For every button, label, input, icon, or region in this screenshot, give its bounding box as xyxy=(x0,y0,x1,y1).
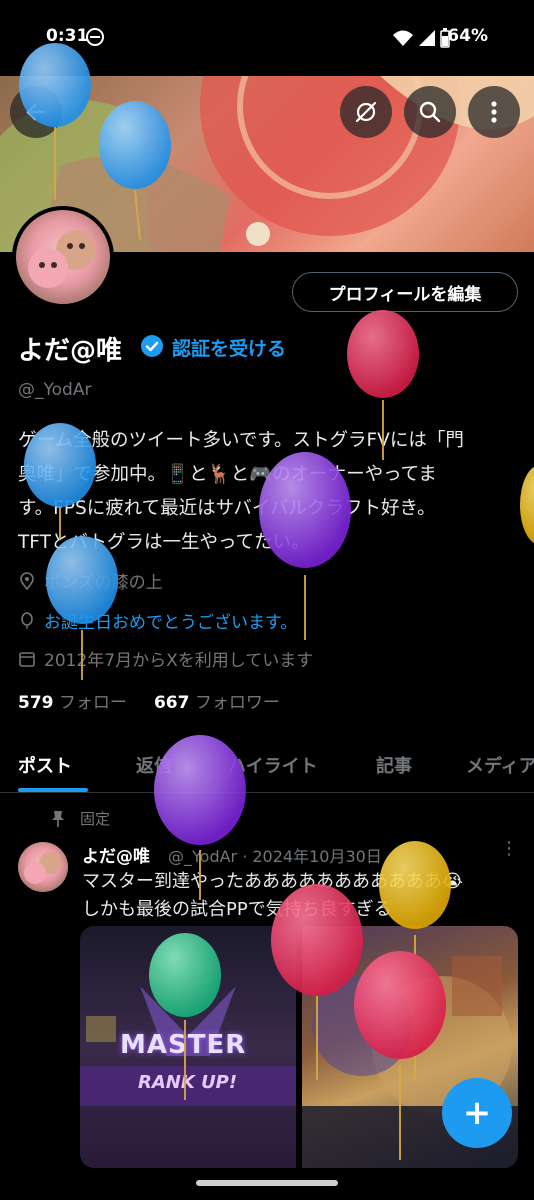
app-notification-icon xyxy=(86,28,104,46)
balloon-icon xyxy=(21,611,33,629)
bio-line: TFTとバトグラは一生やってたい。 xyxy=(18,532,310,553)
search-button[interactable] xyxy=(404,86,456,138)
active-tab-indicator xyxy=(18,788,88,792)
location-pin-icon xyxy=(20,571,34,590)
profile-tabs: ポスト 返信 ハイライト 記事 メディア xyxy=(0,740,534,793)
get-verified-link[interactable]: 認証を受ける xyxy=(172,334,286,361)
pin-icon xyxy=(52,810,64,827)
back-button[interactable] xyxy=(10,86,62,138)
tab-media[interactable]: メディア xyxy=(466,752,534,778)
tweet-text-line: しかも最後の試合PPで気持ち良すぎる xyxy=(82,899,392,920)
more-options-button[interactable] xyxy=(468,86,520,138)
bio-line: 奥唯」で参加中。📱と🦌と🎮のオーナーやってま xyxy=(18,464,437,485)
more-vertical-icon xyxy=(491,101,497,123)
profile-location: ポンズの膝の上 xyxy=(18,568,163,593)
following-count: 579 xyxy=(18,693,54,713)
bio-line: ゲーム全般のツイート多いです。ストグラFVには「門 xyxy=(18,430,464,451)
wifi-icon xyxy=(393,30,413,46)
following-label: フォロー xyxy=(58,693,127,713)
tab-highlights[interactable]: ハイライト xyxy=(228,752,318,778)
gesture-home-bar[interactable] xyxy=(196,1180,338,1186)
status-time: 0:31 xyxy=(46,26,89,46)
no-link-icon xyxy=(355,101,377,123)
followers-label: フォロワー xyxy=(194,693,280,713)
media-master-text: MASTER xyxy=(120,1030,247,1060)
balloon-yellow xyxy=(520,466,534,544)
balloon-red xyxy=(347,310,419,398)
status-bar: 0:31 64% xyxy=(0,0,534,76)
calendar-icon xyxy=(19,651,35,667)
avatar-image xyxy=(24,852,61,884)
pinned-label: 固定 xyxy=(80,810,111,828)
tweet-meta: @_YodAr · 2024年10月30日 xyxy=(168,847,382,866)
tweet-avatar[interactable] xyxy=(18,842,68,892)
unlink-button[interactable] xyxy=(340,86,392,138)
following-link[interactable]: 579 フォロー xyxy=(18,693,127,713)
followers-link[interactable]: 667 フォロワー xyxy=(154,693,280,713)
avatar-image xyxy=(28,230,96,288)
birthday-text[interactable]: お誕生日おめでとうございます。 xyxy=(44,608,297,633)
pinned-indicator: 固定 xyxy=(50,808,110,829)
edit-profile-button[interactable]: プロフィールを編集 xyxy=(292,272,518,312)
verified-badge-icon xyxy=(141,335,163,357)
media-rankup-text: RANK UP! xyxy=(138,1072,238,1093)
followers-count: 667 xyxy=(153,693,190,713)
tab-articles[interactable]: 記事 xyxy=(376,752,412,778)
search-icon xyxy=(419,101,441,123)
tweet-author-name[interactable]: よだ@唯 xyxy=(82,842,150,867)
compose-fab[interactable]: + xyxy=(442,1078,512,1148)
joined-text: 2012年7月からXを利用しています xyxy=(44,651,314,671)
tab-replies[interactable]: 返信 xyxy=(136,752,172,778)
profile-avatar[interactable] xyxy=(12,206,114,308)
profile-name: よだ@唯 xyxy=(18,336,123,366)
plus-icon: + xyxy=(462,1093,492,1133)
tab-posts[interactable]: ポスト xyxy=(18,752,72,778)
tweet-text-line: マスター到達やったあああああああああああ😭 xyxy=(82,871,464,892)
bio-line: す。FPSに疲れて最近はサバイバルクラフト好き。 xyxy=(18,498,436,519)
signal-icon xyxy=(419,30,435,46)
tweet-text[interactable]: マスター到達やったあああああああああああ😭 しかも最後の試合PPで気持ち良すぎる xyxy=(82,868,512,924)
battery-percent: 64% xyxy=(447,26,488,46)
profile-handle: @_YodAr xyxy=(18,380,92,400)
profile-birthday: お誕生日おめでとうございます。 xyxy=(18,608,297,633)
profile-bio: ゲーム全般のツイート多いです。ストグラFVには「門 奥唯」で参加中。📱と🦌と🎮の… xyxy=(18,424,518,560)
profile-joined: 2012年7月からXを利用しています xyxy=(18,646,313,671)
arrow-left-icon xyxy=(26,103,46,121)
tweet-more-button[interactable]: ⋮ xyxy=(500,838,518,859)
follow-counts: 579 フォロー 667 フォロワー xyxy=(18,688,280,713)
location-text: ポンズの膝の上 xyxy=(44,573,163,593)
